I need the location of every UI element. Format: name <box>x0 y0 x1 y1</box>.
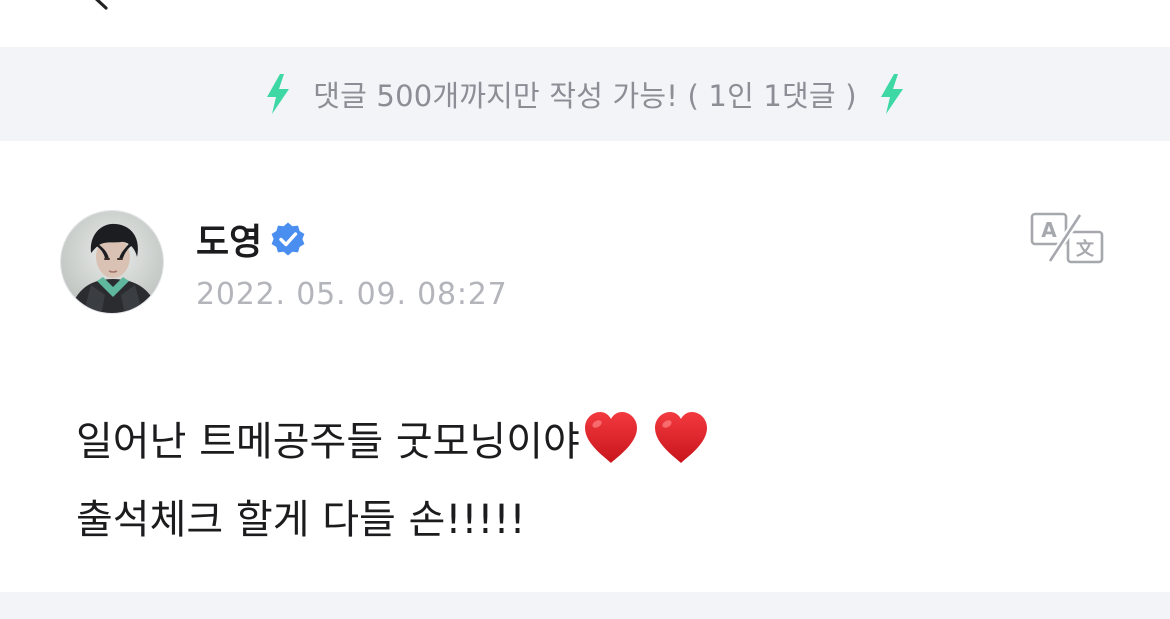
svg-text:A: A <box>1041 218 1057 242</box>
artist-post: 도영 2022. 05. 09. 08:27 A 文 일어난 트메공주들 굿모닝… <box>0 141 1170 592</box>
heart-icon <box>654 412 707 463</box>
back-chevron-icon[interactable] <box>82 0 116 12</box>
post-body: 일어난 트메공주들 굿모닝이야 출석체크 할게 다들 손!!!!! <box>76 403 1076 559</box>
lightning-bolt-icon <box>880 74 903 114</box>
author-row: 도영 <box>196 213 306 265</box>
comment-limit-notice: 댓글 500개까지만 작성 가능! ( 1인 1댓글 ) <box>0 47 1170 141</box>
svg-text:文: 文 <box>1076 238 1095 260</box>
notice-text: 댓글 500개까지만 작성 가능! ( 1인 1댓글 ) <box>313 79 857 113</box>
post-body-line-2: 출석체크 할게 다들 손!!!!! <box>76 497 526 543</box>
section-divider <box>0 592 1170 619</box>
lightning-bolt-icon <box>267 74 290 114</box>
user-avatar-image <box>61 211 163 313</box>
post-timestamp: 2022. 05. 09. 08:27 <box>196 277 508 312</box>
post-body-line-1: 일어난 트메공주들 굿모닝이야 <box>76 403 1076 481</box>
avatar[interactable] <box>60 210 164 314</box>
comment-page: 댓글 500개까지만 작성 가능! ( 1인 1댓글 ) 도영 2022. 05… <box>0 0 1170 619</box>
translate-icon[interactable]: A 文 <box>1030 211 1106 265</box>
author-name[interactable]: 도영 <box>196 213 262 265</box>
heart-icon <box>584 412 637 463</box>
post-text-line-1: 일어난 트메공주들 굿모닝이야 <box>76 419 580 465</box>
notice-content: 댓글 500개까지만 작성 가능! ( 1인 1댓글 ) <box>265 73 904 115</box>
verified-badge-icon <box>271 222 305 256</box>
